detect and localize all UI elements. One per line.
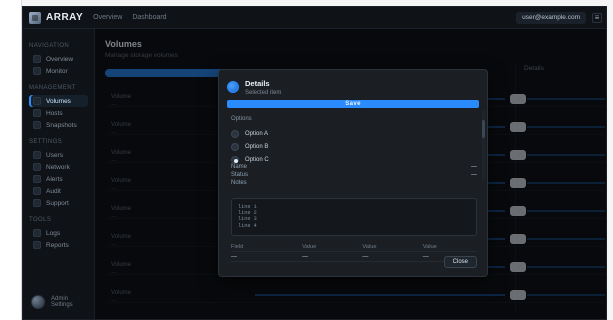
sidebar-item-label: Monitor: [46, 67, 68, 75]
sidebar-item[interactable]: Support: [29, 197, 88, 209]
sidebar-footer-sub: Settings: [51, 302, 73, 308]
modal-table-header-cell: Value: [302, 243, 317, 250]
sidebar-item-label: Reports: [46, 241, 69, 249]
modal-title: Details: [245, 78, 270, 88]
list-icon: [33, 187, 41, 195]
sidebar-item-label: Users: [46, 151, 63, 159]
chart-icon: [33, 67, 41, 75]
radio-icon: [231, 143, 239, 151]
avatar: [31, 295, 45, 309]
modal-footer: Close: [443, 256, 477, 268]
modal-table-header-cell: Value: [362, 243, 377, 250]
kv-line: Status —: [231, 172, 477, 178]
modal-title-wrap: Details Selected item: [245, 79, 281, 96]
app-window: ARRAY Overview Dashboard user@example.co…: [22, 6, 607, 320]
sidebar-item[interactable]: Reports: [29, 239, 88, 251]
kv-value: —: [471, 164, 477, 170]
sidebar-item[interactable]: Snapshots: [29, 119, 88, 131]
kv-value: —: [471, 172, 477, 178]
report-icon: [33, 241, 41, 249]
modal-header: Details Selected item: [227, 78, 479, 96]
top-nav-item[interactable]: Dashboard: [132, 12, 166, 23]
modal-dialog: Details Selected item Save Options Optio…: [218, 69, 488, 277]
sidebar-item[interactable]: Alerts: [29, 173, 88, 185]
modal-table-header-cell: Value: [422, 243, 437, 250]
radio-label: Option B: [245, 144, 269, 150]
sidebar-item-label: Snapshots: [46, 121, 77, 129]
user-pill[interactable]: user@example.com: [516, 11, 586, 24]
modal-table-cell: —: [231, 253, 237, 260]
sidebar-item-label: Support: [46, 199, 69, 207]
sidebar: Navigation Overview Monitor Management V…: [23, 29, 95, 319]
modal-scrollbar-thumb[interactable]: [482, 120, 485, 138]
top-nav: Overview Dashboard: [93, 12, 166, 23]
top-bar: ARRAY Overview Dashboard user@example.co…: [23, 7, 606, 29]
modal-table: Field Value Value Value — — — —: [231, 242, 477, 262]
home-icon: [33, 55, 41, 63]
modal-subtitle: Selected item: [245, 89, 282, 96]
sidebar-item[interactable]: Users: [29, 149, 88, 161]
brand-logo[interactable]: ARRAY: [29, 11, 84, 24]
modal-close-button-label: Close: [452, 259, 468, 265]
brand-name: ARRAY: [46, 12, 84, 23]
modal-table-cell: —: [362, 253, 369, 260]
modal-primary-button-label: Save: [345, 101, 361, 107]
sidebar-item-label: Logs: [46, 229, 61, 237]
sidebar-item-label: Audit: [46, 187, 61, 195]
disk-icon: [33, 97, 41, 105]
sidebar-item-label: Network: [46, 163, 70, 171]
radio-option[interactable]: Option B: [231, 142, 477, 152]
sidebar-item[interactable]: Monitor: [29, 65, 88, 77]
file-icon: [33, 229, 41, 237]
top-right: user@example.com ≡: [516, 11, 602, 24]
brand-logo-icon: [29, 11, 41, 24]
sidebar-item[interactable]: Logs: [29, 227, 88, 239]
sidebar-item-active[interactable]: Volumes: [29, 95, 88, 107]
sidebar-footer-text: Admin Settings: [51, 296, 73, 308]
sidebar-item-label: Hosts: [46, 109, 63, 117]
sidebar-item[interactable]: Audit: [29, 185, 88, 197]
modal-primary-button[interactable]: Save: [227, 100, 479, 108]
users-icon: [33, 151, 41, 159]
modal-key-values: Name — Status — Notes: [231, 162, 477, 186]
sidebar-item[interactable]: Hosts: [29, 107, 88, 119]
modal-table-header: Field Value Value Value: [231, 242, 477, 252]
sidebar-section-title: Tools: [29, 217, 52, 223]
sidebar-item[interactable]: Overview: [29, 53, 88, 65]
kv-line: Name —: [231, 164, 477, 170]
network-icon: [33, 163, 41, 171]
sidebar-item-label: Alerts: [46, 175, 63, 183]
sidebar-item[interactable]: Network: [29, 161, 88, 173]
sidebar-section-title: Settings: [29, 139, 63, 145]
sidebar-section-title: Navigation: [29, 43, 70, 49]
left-gutter: [0, 0, 22, 320]
radio-option[interactable]: Option A: [231, 129, 477, 139]
sidebar-item-label: Volumes: [46, 97, 71, 105]
sidebar-section-title: Management: [29, 85, 77, 91]
bell-icon: [33, 175, 41, 183]
sidebar-item-label: Overview: [46, 55, 74, 63]
help-icon: [33, 199, 41, 207]
menu-icon[interactable]: ≡: [592, 12, 602, 23]
modal-logo-icon: [227, 81, 239, 93]
kv-note-label: Notes: [231, 180, 247, 186]
modal-table-header-cell: Field: [231, 243, 244, 250]
modal-scrollbar[interactable]: [482, 110, 485, 180]
modal-section-title: Options: [231, 116, 252, 122]
screenshot-frame: ARRAY Overview Dashboard user@example.co…: [0, 0, 613, 320]
modal-code-block: line 1 line 2 line 3 line 4: [231, 198, 477, 236]
modal-table-cell: —: [302, 253, 309, 260]
kv-key: Status: [231, 172, 249, 178]
camera-icon: [33, 121, 41, 129]
top-nav-item[interactable]: Overview: [93, 12, 122, 23]
server-icon: [33, 109, 41, 117]
code-line: line 4: [238, 222, 257, 229]
radio-label: Option A: [245, 131, 269, 137]
sidebar-footer[interactable]: Admin Settings: [31, 295, 87, 309]
modal-close-button[interactable]: Close: [443, 256, 477, 268]
modal-table-row: — — — —: [231, 252, 477, 262]
radio-icon: [231, 130, 239, 138]
kv-key: Name: [231, 164, 248, 170]
user-email: user@example.com: [522, 14, 580, 21]
